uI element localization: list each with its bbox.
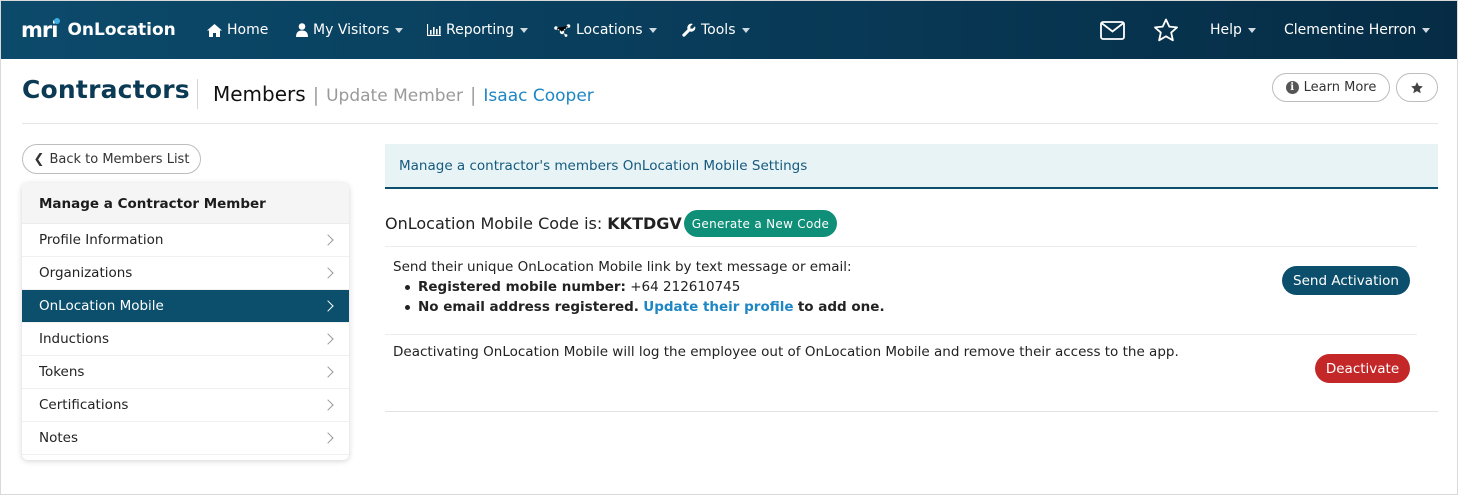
breadcrumb: Members | Update Member | Isaac Cooper [213,82,594,106]
mobile-number-item: Registered mobile number: +64 212610745 [403,277,885,297]
section-divider [385,246,1417,247]
header-divider [22,123,1438,124]
sidebar-item-label: Profile Information [39,232,164,248]
nav-help-label: Help [1210,22,1242,38]
user-menu[interactable]: Clementine Herron [1284,1,1431,59]
deactivate-button[interactable]: Deactivate [1315,354,1410,383]
chevron-right-icon [322,366,334,378]
section-banner: Manage a contractor's members OnLocation… [385,144,1438,189]
chevron-down-icon [395,27,404,33]
deactivate-description: Deactivating OnLocation Mobile will log … [393,344,1179,360]
contact-list: Registered mobile number: +64 212610745 … [403,277,885,317]
nav-help[interactable]: Help [1210,1,1256,59]
sidebar-item-label: Certifications [39,397,129,413]
breadcrumb-member-name: Isaac Cooper [483,86,594,106]
favorites-button[interactable] [1153,17,1179,43]
person-icon [296,23,308,37]
member-menu-card: Manage a Contractor Member Profile Infor… [22,183,349,460]
sidebar-item-label: OnLocation Mobile [39,298,164,314]
mobile-code-row: OnLocation Mobile Code is: KKTDGV [385,210,682,237]
user-name: Clementine Herron [1284,22,1417,38]
email-status-label: No email address registered. [418,299,639,315]
sidebar-item-onlocation-mobile[interactable]: OnLocation Mobile [22,290,349,323]
nav-home[interactable]: Home [207,1,268,59]
send-intro-text: Send their unique OnLocation Mobile link… [393,259,852,275]
chevron-right-icon [322,333,334,345]
breadcrumb-separator: | [470,84,477,106]
bar-chart-icon [427,24,441,36]
back-label: Back to Members List [49,151,190,167]
sidebar-item-label: Inductions [39,331,109,347]
envelope-icon [1099,20,1125,40]
learn-more-button[interactable]: i Learn More [1272,73,1390,102]
mobile-number-value: +64 212610745 [630,279,741,295]
send-activation-info: Send their unique OnLocation Mobile link… [393,257,885,317]
chevron-down-icon [1247,27,1256,33]
breadcrumb-members[interactable]: Members [213,82,306,106]
chevron-left-icon: ❮ [33,151,45,167]
sidebar-item-notes[interactable]: Notes [22,422,349,455]
nav-locations[interactable]: Locations [554,1,657,59]
messages-button[interactable] [1099,17,1125,43]
sidebar-item-label: Tokens [39,364,85,380]
chevron-right-icon [322,300,334,312]
sidebar-item-organizations[interactable]: Organizations [22,257,349,290]
bookmark-page-button[interactable] [1396,73,1438,102]
brand-name: OnLocation [67,20,176,40]
update-profile-link[interactable]: Update their profile [643,299,793,315]
section-divider [385,411,1438,412]
chevron-down-icon [648,27,657,33]
nav-reporting-label: Reporting [446,22,515,38]
nav-my-visitors-label: My Visitors [313,22,390,38]
star-outline-icon [1154,18,1178,41]
page-title: Contractors [22,75,190,104]
mobile-number-label: Registered mobile number: [418,279,626,295]
chevron-down-icon [1422,27,1431,33]
mri-logo-text: mri [21,18,58,42]
home-icon [207,23,222,37]
sidebar-item-certifications[interactable]: Certifications [22,389,349,422]
logo-accent-dot [54,18,61,24]
nav-my-visitors[interactable]: My Visitors [296,1,404,59]
back-to-members-button[interactable]: ❮ Back to Members List [22,144,201,174]
email-suffix: to add one. [797,299,885,315]
section-divider [385,334,1417,335]
learn-more-label: Learn More [1303,80,1377,95]
mobile-code-value: KKTDGV [607,214,682,233]
sidebar-item-profile-information[interactable]: Profile Information [22,224,349,257]
member-menu-heading: Manage a Contractor Member [22,183,349,224]
chevron-right-icon [322,399,334,411]
sidebar-item-inductions[interactable]: Inductions [22,323,349,356]
breadcrumb-update-member: Update Member [326,86,463,106]
top-navigation-bar: mri OnLocation Home My Visitors Reportin… [1,1,1457,59]
title-divider [197,79,198,109]
star-icon [1411,81,1423,93]
sidebar-item-label: Organizations [39,265,133,281]
chevron-right-icon [322,267,334,279]
generate-new-code-button[interactable]: Generate a New Code [684,210,837,237]
send-activation-button[interactable]: Send Activation [1282,266,1410,295]
nodes-icon [554,23,571,37]
nav-tools[interactable]: Tools [682,1,750,59]
chevron-right-icon [322,432,334,444]
nav-home-label: Home [227,22,269,38]
mobile-code-label: OnLocation Mobile Code is: [385,214,603,233]
chevron-down-icon [741,27,750,33]
brand-logo[interactable]: mri OnLocation [21,17,176,43]
nav-tools-label: Tools [701,22,736,38]
info-icon: i [1285,81,1299,94]
breadcrumb-separator: | [312,84,320,106]
chevron-down-icon [520,27,529,33]
email-item: No email address registered. Update thei… [403,297,885,317]
wrench-icon [682,23,696,37]
chevron-right-icon [322,234,334,246]
sidebar-item-label: Notes [39,430,78,446]
nav-locations-label: Locations [576,22,643,38]
sidebar-item-tokens[interactable]: Tokens [22,356,349,389]
nav-reporting[interactable]: Reporting [427,1,529,59]
